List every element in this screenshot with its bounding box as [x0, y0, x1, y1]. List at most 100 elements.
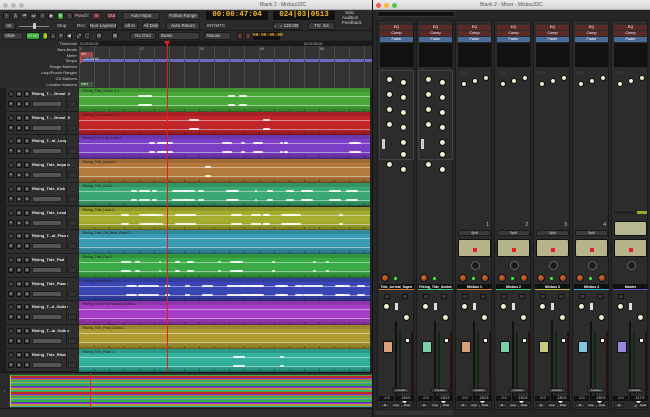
track-fader[interactable]: [32, 338, 62, 344]
insert-button[interactable]: [462, 294, 468, 299]
track-extra-button[interactable]: [68, 148, 77, 155]
trim-fader[interactable]: [600, 338, 605, 343]
comp-threshold-knob[interactable]: [500, 303, 507, 310]
insert-button[interactable]: [597, 294, 603, 299]
tone-knob[interactable]: [483, 75, 489, 81]
strip-m-button[interactable]: M: [380, 403, 390, 408]
processor-box[interactable]: [458, 43, 491, 67]
peak-display[interactable]: -150.5: [436, 396, 453, 401]
trim-fader[interactable]: [444, 338, 449, 343]
strip-name[interactable]: Mixbus 3: [536, 285, 569, 289]
gain-display[interactable]: -0.0: [379, 396, 394, 401]
audio-region[interactable]: Rising_Tide_Off_Beat_Piano.1: [79, 230, 370, 254]
eq-knob[interactable]: [439, 79, 446, 86]
tone-knob[interactable]: [500, 81, 506, 87]
strip-name[interactable]: Master: [614, 285, 647, 289]
track-name[interactable]: Rising_Tide_Piano: [32, 281, 68, 286]
comp-threshold-knob[interactable]: [539, 303, 546, 310]
pan-knob[interactable]: [576, 274, 584, 282]
goto-end-icon[interactable]: ⏭: [30, 12, 37, 20]
insert-button[interactable]: [558, 294, 564, 299]
track-name[interactable]: Rising_T..._Growl_5: [32, 115, 70, 120]
sync-source[interactable]: INT/MTC: [207, 23, 225, 28]
processor-comp[interactable]: Comp: [536, 31, 569, 36]
mixer-scrollbar[interactable]: [375, 410, 453, 415]
strip-name[interactable]: Mixbus 2: [497, 285, 530, 289]
comp-makeup-knob[interactable]: [403, 314, 410, 321]
strip-m-button[interactable]: M: [575, 403, 585, 408]
tone-knob[interactable]: [539, 81, 545, 87]
strip-grp-button[interactable]: Grp: [469, 403, 479, 408]
comp-threshold-knob[interactable]: [578, 303, 585, 310]
solo-button[interactable]: S: [24, 209, 30, 216]
processor-eq[interactable]: EQ: [575, 25, 608, 30]
edit-point-dropdown[interactable]: Mouse: [204, 32, 231, 40]
insert-button[interactable]: [423, 294, 429, 299]
goto-start-icon[interactable]: ⏮: [21, 12, 28, 20]
input-button[interactable]: [537, 71, 545, 75]
eq-knob[interactable]: [439, 124, 446, 131]
comp-mode-switch[interactable]: [551, 303, 554, 310]
processor-box[interactable]: [614, 43, 647, 67]
record-arm-button[interactable]: ●: [8, 162, 14, 169]
mute-button[interactable]: M: [16, 91, 22, 97]
eq-knob[interactable]: [425, 91, 432, 98]
pan-knob[interactable]: [498, 274, 506, 282]
trim-fader[interactable]: [483, 338, 488, 343]
peak-display[interactable]: -150.5: [514, 396, 531, 401]
rulers[interactable]: 00:00:00:00 00:02:00:00 1 17 33 49 65 4/…: [79, 41, 372, 88]
automation-button[interactable]: A: [16, 195, 22, 202]
input-button[interactable]: [576, 71, 584, 75]
audio-region[interactable]: Rising_Tide_Real_Guitar.1: [79, 325, 370, 349]
gain-display[interactable]: -0.0: [613, 396, 628, 401]
automation-button[interactable]: A: [16, 290, 22, 297]
input-trim-knob[interactable]: [588, 261, 597, 270]
eq-knob[interactable]: [400, 166, 407, 173]
mute-button[interactable]: M: [16, 304, 22, 311]
peak-display[interactable]: -150.5: [553, 396, 570, 401]
playlist-button[interactable]: P: [8, 314, 14, 321]
summary-pane[interactable]: ‹: [0, 372, 372, 409]
peak-display[interactable]: -150.5: [592, 396, 609, 401]
pan-knob[interactable]: [381, 274, 389, 282]
mute-button[interactable]: M: [16, 138, 22, 145]
automation-button[interactable]: A: [16, 314, 22, 321]
minimize-button[interactable]: [11, 2, 16, 8]
strip-post-button[interactable]: Post: [638, 403, 648, 408]
nudge-clock[interactable]: 00:00:05:00: [253, 32, 283, 40]
record-arm-button[interactable]: ●: [8, 114, 14, 121]
solo-button[interactable]: S: [24, 138, 30, 145]
punch-in-button[interactable]: In: [91, 12, 102, 20]
group-button[interactable]: G: [24, 338, 30, 344]
solo-button[interactable]: S: [24, 256, 30, 263]
processor-fader[interactable]: Fader: [536, 37, 569, 42]
group-button[interactable]: G: [24, 219, 30, 226]
track-header[interactable]: ● M S Rising_T...d_Guitar P A G: [6, 301, 78, 325]
tone-knob[interactable]: [589, 78, 595, 84]
group-button[interactable]: G: [24, 101, 30, 107]
grid-type-dropdown[interactable]: Beats: [158, 32, 200, 40]
range-tool-icon[interactable]: ↔: [50, 32, 56, 40]
playlist-button[interactable]: P: [8, 219, 14, 226]
processor-fader[interactable]: Fader: [419, 37, 452, 42]
split-button[interactable]: Split: [497, 230, 530, 236]
eq-knob[interactable]: [400, 139, 407, 146]
track-header[interactable]: ● M S Rising_Tide_Kick P A G: [6, 182, 78, 207]
summary-overview[interactable]: [10, 375, 372, 407]
pan-knob[interactable]: [537, 274, 545, 282]
eq-knob[interactable]: [400, 109, 407, 116]
strip-post-button[interactable]: Post: [519, 403, 529, 408]
leveler-button[interactable]: Leveler: [509, 388, 527, 393]
tempo-line[interactable]: [79, 59, 372, 62]
zoom-focus-icon[interactable]: ⊟: [96, 32, 102, 40]
cut-tool-icon[interactable]: ✂: [58, 32, 64, 40]
secondary-clock[interactable]: 024|03|0513: [273, 11, 335, 20]
group-button[interactable]: G: [24, 361, 30, 368]
automation-button[interactable]: A: [16, 172, 22, 179]
track-name[interactable]: Rising_Tide_Pad: [32, 257, 64, 262]
feedback-indicator[interactable]: Feedback: [342, 20, 362, 25]
strip-m-button[interactable]: M: [536, 403, 546, 408]
group-button[interactable]: G: [24, 124, 30, 131]
comp-mode-switch[interactable]: [512, 303, 515, 310]
close-button[interactable]: [3, 2, 8, 8]
